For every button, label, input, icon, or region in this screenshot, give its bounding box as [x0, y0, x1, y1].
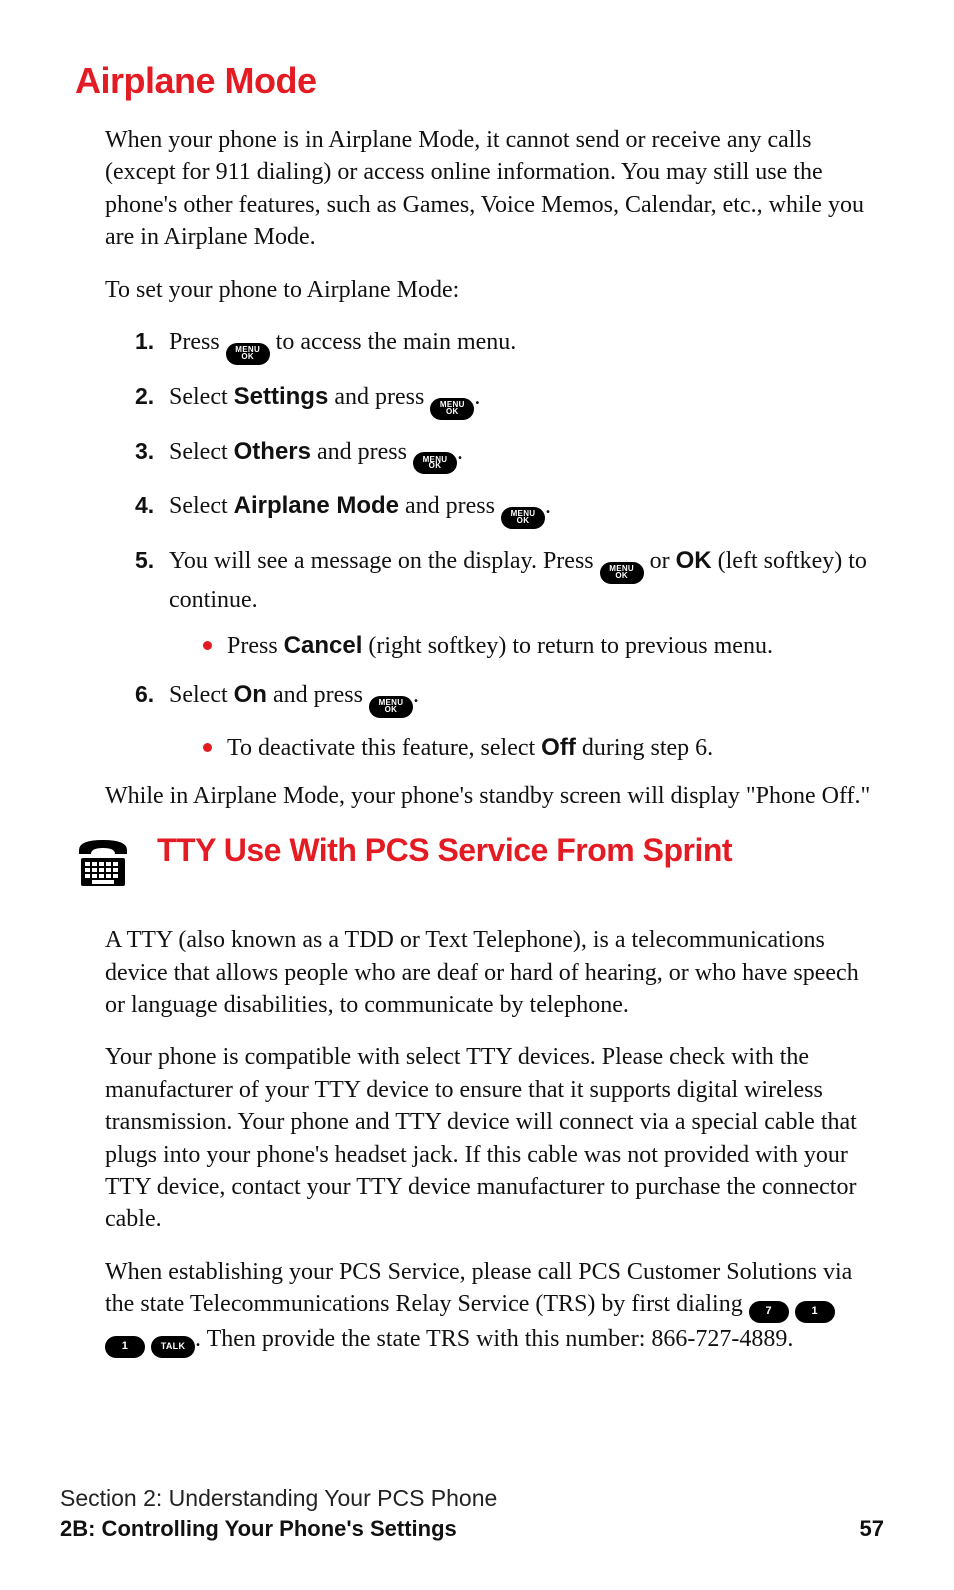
step-3: 3. Select Others and press MENUOK.	[135, 436, 879, 475]
step-text: Select	[169, 439, 234, 465]
talk-key-icon: TALK	[151, 1336, 195, 1358]
step-number: 4.	[135, 490, 154, 521]
menu-ok-key-icon: MENUOK	[413, 452, 457, 474]
bullet-text: Press	[227, 633, 284, 659]
footer-section: Section 2: Understanding Your PCS Phone	[60, 1485, 884, 1512]
bold-ok: OK	[676, 547, 712, 574]
step-number: 1.	[135, 326, 154, 357]
digit-7-key-icon: 7	[749, 1301, 789, 1323]
airplane-steps: 1. Press MENUOK to access the main menu.…	[135, 326, 879, 764]
step-5-bullet: Press Cancel (right softkey) to return t…	[203, 630, 879, 662]
step-text: Select	[169, 493, 234, 519]
airplane-outro: While in Airplane Mode, your phone's sta…	[105, 780, 879, 812]
bold-off: Off	[541, 734, 576, 761]
step-5: 5. You will see a message on the display…	[135, 545, 879, 663]
bullet-text: during step 6.	[576, 735, 713, 761]
tty-p3-pre: When establishing your PCS Service, plea…	[105, 1259, 852, 1317]
tty-p3-post: . Then provide the state TRS with this n…	[195, 1326, 793, 1352]
step-5-sub: Press Cancel (right softkey) to return t…	[203, 630, 879, 662]
digit-1-key-icon: 1	[105, 1336, 145, 1358]
step-2: 2. Select Settings and press MENUOK.	[135, 381, 879, 420]
bold-on: On	[234, 681, 267, 708]
step-6: 6. Select On and press MENUOK. To deacti…	[135, 679, 879, 764]
step-number: 2.	[135, 381, 154, 412]
step-text: .	[474, 384, 480, 410]
step-text: or	[644, 548, 676, 574]
step-6-sub: To deactivate this feature, select Off d…	[203, 732, 879, 764]
tty-icon	[75, 834, 131, 890]
tty-p2: Your phone is compatible with select TTY…	[105, 1041, 879, 1235]
heading-tty: TTY Use With PCS Service From Sprint	[157, 832, 732, 869]
step-text: to access the main menu.	[270, 329, 517, 355]
step-number: 5.	[135, 545, 154, 576]
step-text: .	[413, 682, 419, 708]
step-text: and press	[328, 384, 430, 410]
step-text: and press	[399, 493, 501, 519]
airplane-lead: To set your phone to Airplane Mode:	[105, 274, 879, 306]
page-footer: Section 2: Understanding Your PCS Phone …	[60, 1485, 884, 1542]
menu-ok-key-icon: MENUOK	[369, 696, 413, 718]
menu-ok-key-icon: MENUOK	[226, 343, 270, 365]
bullet-text: To deactivate this feature, select	[227, 735, 541, 761]
tty-p3: When establishing your PCS Service, plea…	[105, 1256, 879, 1358]
bold-others: Others	[234, 438, 311, 465]
step-1: 1. Press MENUOK to access the main menu.	[135, 326, 879, 365]
step-text: Press	[169, 329, 226, 355]
step-number: 3.	[135, 436, 154, 467]
step-text: You will see a message on the display. P…	[169, 548, 600, 574]
bold-settings: Settings	[234, 383, 329, 410]
airplane-intro: When your phone is in Airplane Mode, it …	[105, 124, 879, 254]
step-text: Select	[169, 682, 234, 708]
menu-ok-key-icon: MENUOK	[430, 398, 474, 420]
bullet-text: (right softkey) to return to previous me…	[362, 633, 773, 659]
heading-airplane-mode: Airplane Mode	[75, 60, 879, 102]
menu-ok-key-icon: MENUOK	[600, 562, 644, 584]
footer-subsection: 2B: Controlling Your Phone's Settings	[60, 1516, 457, 1542]
page-number: 57	[860, 1516, 884, 1542]
step-text: .	[457, 439, 463, 465]
step-4: 4. Select Airplane Mode and press MENUOK…	[135, 490, 879, 529]
digit-1-key-icon: 1	[795, 1301, 835, 1323]
step-text: and press	[311, 439, 413, 465]
step-number: 6.	[135, 679, 154, 710]
tty-heading-row: TTY Use With PCS Service From Sprint	[75, 832, 879, 890]
bold-airplane-mode: Airplane Mode	[234, 492, 399, 519]
step-text: Select	[169, 384, 234, 410]
menu-ok-key-icon: MENUOK	[501, 507, 545, 529]
step-6-bullet: To deactivate this feature, select Off d…	[203, 732, 879, 764]
bold-cancel: Cancel	[284, 632, 363, 659]
step-text: .	[545, 493, 551, 519]
tty-p1: A TTY (also known as a TDD or Text Telep…	[105, 924, 879, 1021]
step-text: and press	[267, 682, 369, 708]
